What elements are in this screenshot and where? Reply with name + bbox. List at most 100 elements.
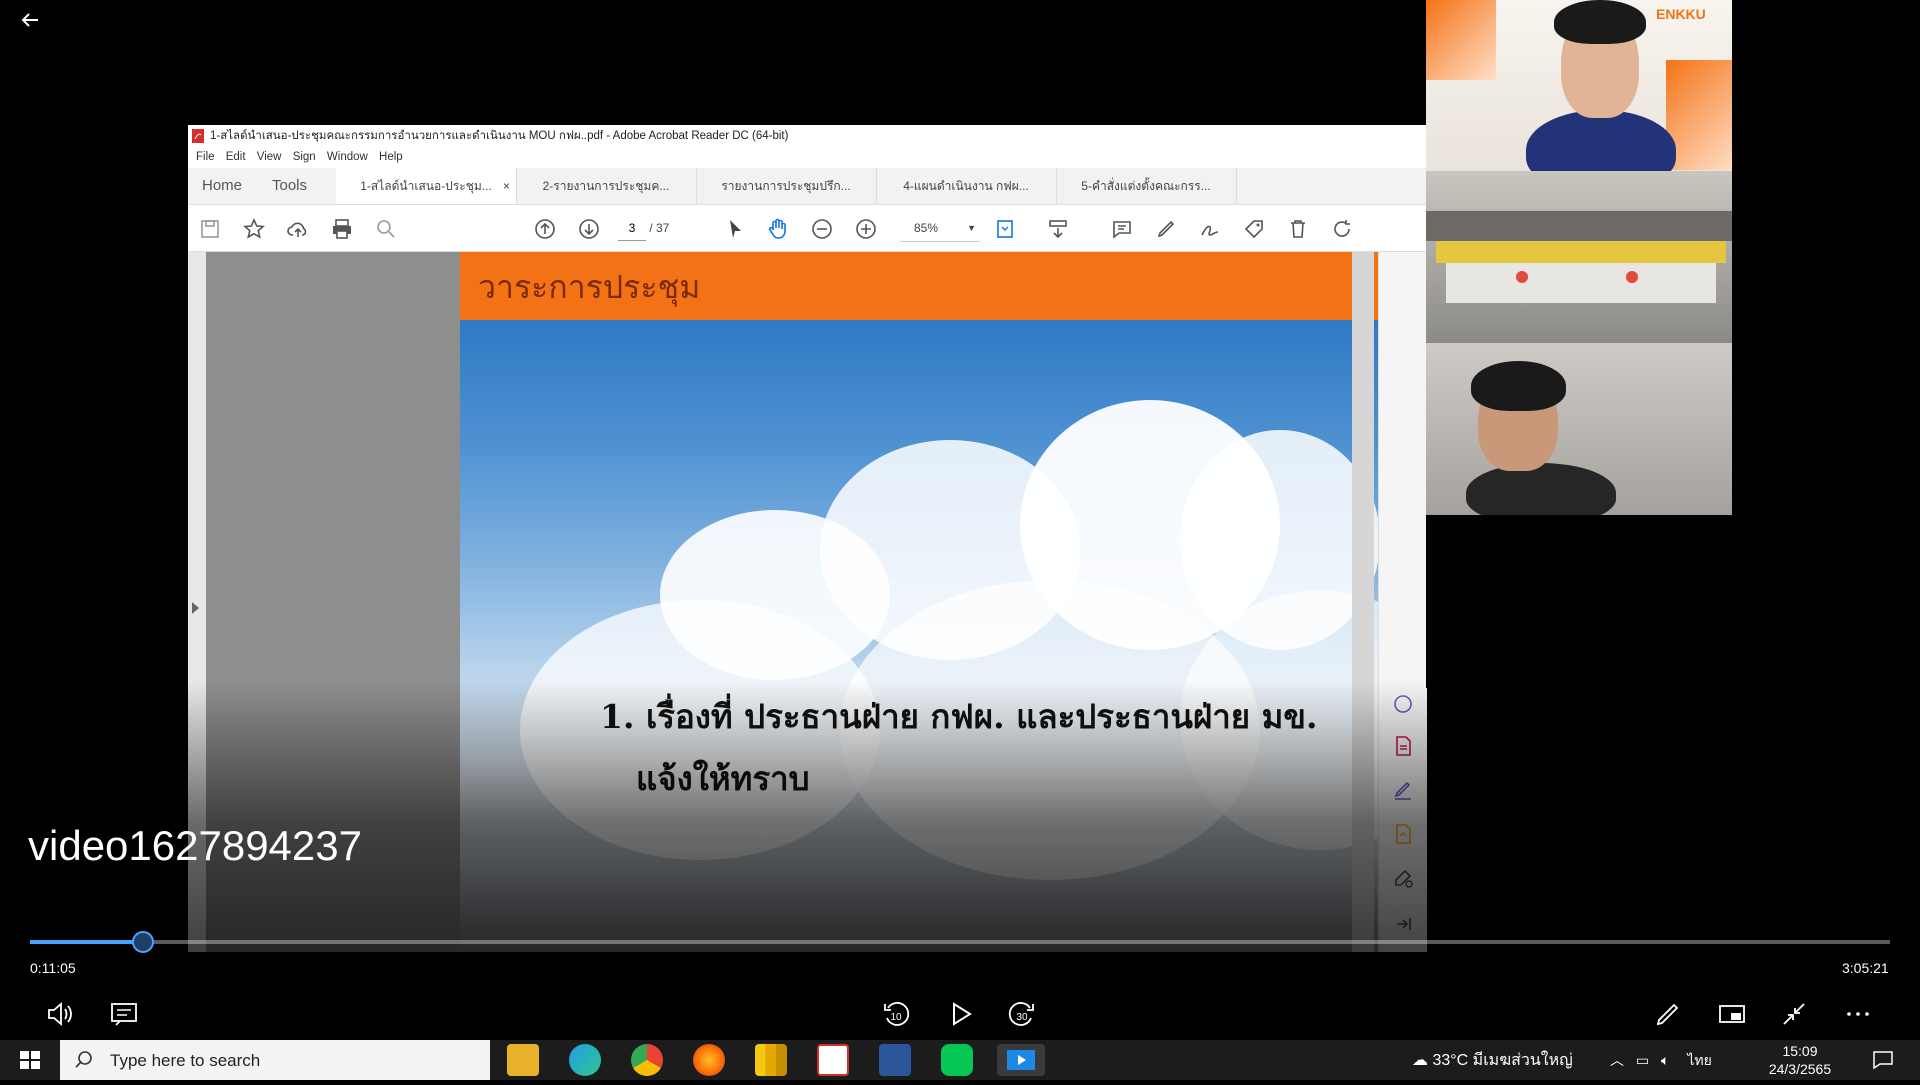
language-indicator[interactable]: ไทย — [1687, 1052, 1711, 1068]
highlight-pen-icon[interactable] — [1154, 217, 1178, 241]
more-options-icon[interactable] — [1842, 998, 1874, 1030]
pdf-slide: วาระการประชุม 1. เรื่องที่ ประธานฝ่าย กฟ… — [460, 252, 1396, 952]
acrobat-window: 1-สไลด์นำเสนอ-ประชุมคณะกรรมการอำนวยการแล… — [188, 125, 1427, 952]
chrome-icon[interactable] — [631, 1044, 663, 1076]
export-pdf-icon[interactable] — [1391, 734, 1415, 758]
seek-bar[interactable] — [30, 931, 1890, 953]
tab-document-3[interactable]: รายงานการประชุมปรึก... — [696, 168, 877, 204]
chevron-right-icon — [192, 602, 199, 614]
play-icon[interactable] — [944, 998, 976, 1030]
zoom-out-icon[interactable] — [810, 217, 834, 241]
sign-icon[interactable] — [1198, 217, 1222, 241]
seek-thumb[interactable] — [131, 931, 154, 953]
pen-icon[interactable] — [1652, 998, 1684, 1030]
chevron-up-icon[interactable]: ︿ — [1610, 1052, 1624, 1068]
captions-icon[interactable] — [108, 998, 140, 1030]
tab-document-4[interactable]: 4-แผนดำเนินงาน กฟผ... — [876, 168, 1057, 204]
slide-agenda-line-2: แจ้งให้ทราบ — [636, 759, 810, 798]
page-total: / 37 — [649, 221, 670, 235]
fill-sign-icon[interactable] — [1391, 778, 1415, 802]
skip-forward-icon[interactable]: 30 — [1006, 998, 1038, 1030]
current-time: 0:11:05 — [30, 960, 76, 976]
fit-page-icon[interactable] — [994, 217, 1018, 241]
print-icon[interactable] — [330, 217, 354, 241]
tab-bar: Home Tools 1-สไลด์นำเสนอ-ประชุม... × 2-ร… — [188, 168, 1427, 205]
slide-title: วาระการประชุม — [478, 268, 701, 306]
video-title: video1627894237 — [28, 822, 362, 869]
network-icon[interactable]: ▭ — [1636, 1052, 1649, 1068]
chevron-down-icon: ▼ — [967, 223, 976, 233]
collapse-pane-icon[interactable] — [1391, 912, 1415, 936]
menu-edit[interactable]: Edit — [226, 147, 246, 167]
volume-icon[interactable] — [44, 998, 76, 1030]
tab-document-2[interactable]: 2-รายงานการประชุมค... — [516, 168, 697, 204]
zoom-select[interactable]: 85% ▼ — [900, 215, 980, 242]
acrobat-icon[interactable] — [817, 1044, 849, 1076]
taskbar-search-input[interactable]: Type here to search — [60, 1040, 490, 1080]
edge-icon[interactable] — [569, 1044, 601, 1076]
circle-tool-icon[interactable] — [1391, 692, 1415, 716]
page-down-icon[interactable] — [577, 217, 601, 241]
speaker-icon[interactable]: 🔈︎ — [1661, 1052, 1669, 1068]
participant-video-3[interactable] — [1426, 343, 1732, 515]
tab-tools[interactable]: Tools — [272, 168, 307, 204]
delete-icon[interactable] — [1286, 217, 1310, 241]
mini-view-icon[interactable] — [1716, 998, 1748, 1030]
search-icon[interactable] — [374, 217, 398, 241]
word-icon[interactable] — [879, 1044, 911, 1076]
menu-view[interactable]: View — [257, 147, 282, 167]
stamp-icon[interactable] — [1242, 217, 1266, 241]
acrobat-title-bar: 1-สไลด์นำเสนอ-ประชุมคณะกรรมการอำนวยการแล… — [188, 125, 1427, 147]
tools-pane — [1378, 252, 1427, 952]
save-icon[interactable] — [198, 217, 222, 241]
participant-video-1[interactable]: ENKKU — [1426, 0, 1732, 171]
clock[interactable]: 15:09 24/3/2565 — [1760, 1042, 1840, 1078]
windows-start-icon[interactable] — [0, 1040, 60, 1080]
zoom-in-icon[interactable] — [854, 217, 878, 241]
cloud-icon: ☁ — [1412, 1052, 1433, 1069]
firefox-icon[interactable] — [693, 1044, 725, 1076]
weather-widget[interactable]: ☁ 33°C มีเมฆส่วนใหญ่ — [1412, 1048, 1573, 1073]
power-bi-icon[interactable] — [755, 1044, 787, 1076]
participant-video-2[interactable] — [1426, 171, 1732, 343]
menu-file[interactable]: File — [196, 147, 215, 167]
system-tray: ︿ ▭ 🔈︎ ไทย — [1610, 1050, 1712, 1072]
tab-document-1[interactable]: 1-สไลด์นำเสนอ-ประชุม... × — [336, 168, 517, 204]
clock-time: 15:09 — [1782, 1043, 1818, 1059]
clock-date: 24/3/2565 — [1768, 1061, 1832, 1077]
slide-header: วาระการประชุม — [460, 252, 1396, 320]
star-icon[interactable] — [242, 217, 266, 241]
organize-pages-icon[interactable] — [1391, 822, 1415, 846]
cloud-upload-icon[interactable] — [286, 217, 310, 241]
rotate-icon[interactable] — [1330, 217, 1354, 241]
enkku-logo: ENKKU — [1656, 6, 1706, 22]
document-area[interactable]: วาระการประชุม 1. เรื่องที่ ประธานฝ่าย กฟ… — [188, 252, 1427, 952]
page-up-icon[interactable] — [533, 217, 557, 241]
more-tools-icon[interactable] — [1391, 866, 1415, 890]
skip-back-icon[interactable]: 10 — [880, 998, 912, 1030]
select-cursor-icon[interactable] — [723, 217, 747, 241]
tab-label: 1-สไลด์นำเสนอ-ประชุม... — [360, 179, 492, 193]
comment-icon[interactable] — [1110, 217, 1134, 241]
skip-forward-label: 30 — [1016, 1012, 1028, 1023]
slide-agenda-line-1: 1. เรื่องที่ ประธานฝ่าย กฟผ. และประธานฝ่… — [600, 697, 1318, 736]
tab-close-icon[interactable]: × — [503, 168, 510, 204]
acrobat-toolbar: / 37 85% ▼ — [188, 205, 1427, 252]
notifications-icon[interactable] — [1872, 1050, 1894, 1070]
menu-window[interactable]: Window — [327, 147, 368, 167]
line-icon[interactable] — [941, 1044, 973, 1076]
search-placeholder: Type here to search — [110, 1051, 261, 1070]
back-arrow-icon[interactable] — [18, 8, 42, 32]
hand-tool-icon[interactable] — [766, 217, 790, 241]
scroll-mode-icon[interactable] — [1046, 217, 1070, 241]
tab-home[interactable]: Home — [202, 168, 242, 204]
menu-sign[interactable]: Sign — [293, 147, 316, 167]
tab-document-5[interactable]: 5-คำสั่งแต่งตั้งคณะกรร... — [1056, 168, 1237, 204]
vertical-scrollbar[interactable] — [1352, 252, 1374, 952]
file-explorer-icon[interactable] — [507, 1044, 539, 1076]
exit-fullscreen-icon[interactable] — [1778, 998, 1810, 1030]
page-number-input[interactable] — [618, 216, 646, 241]
movies-tv-icon[interactable] — [997, 1044, 1045, 1076]
menu-help[interactable]: Help — [379, 147, 403, 167]
duration: 3:05:21 — [1842, 960, 1889, 976]
